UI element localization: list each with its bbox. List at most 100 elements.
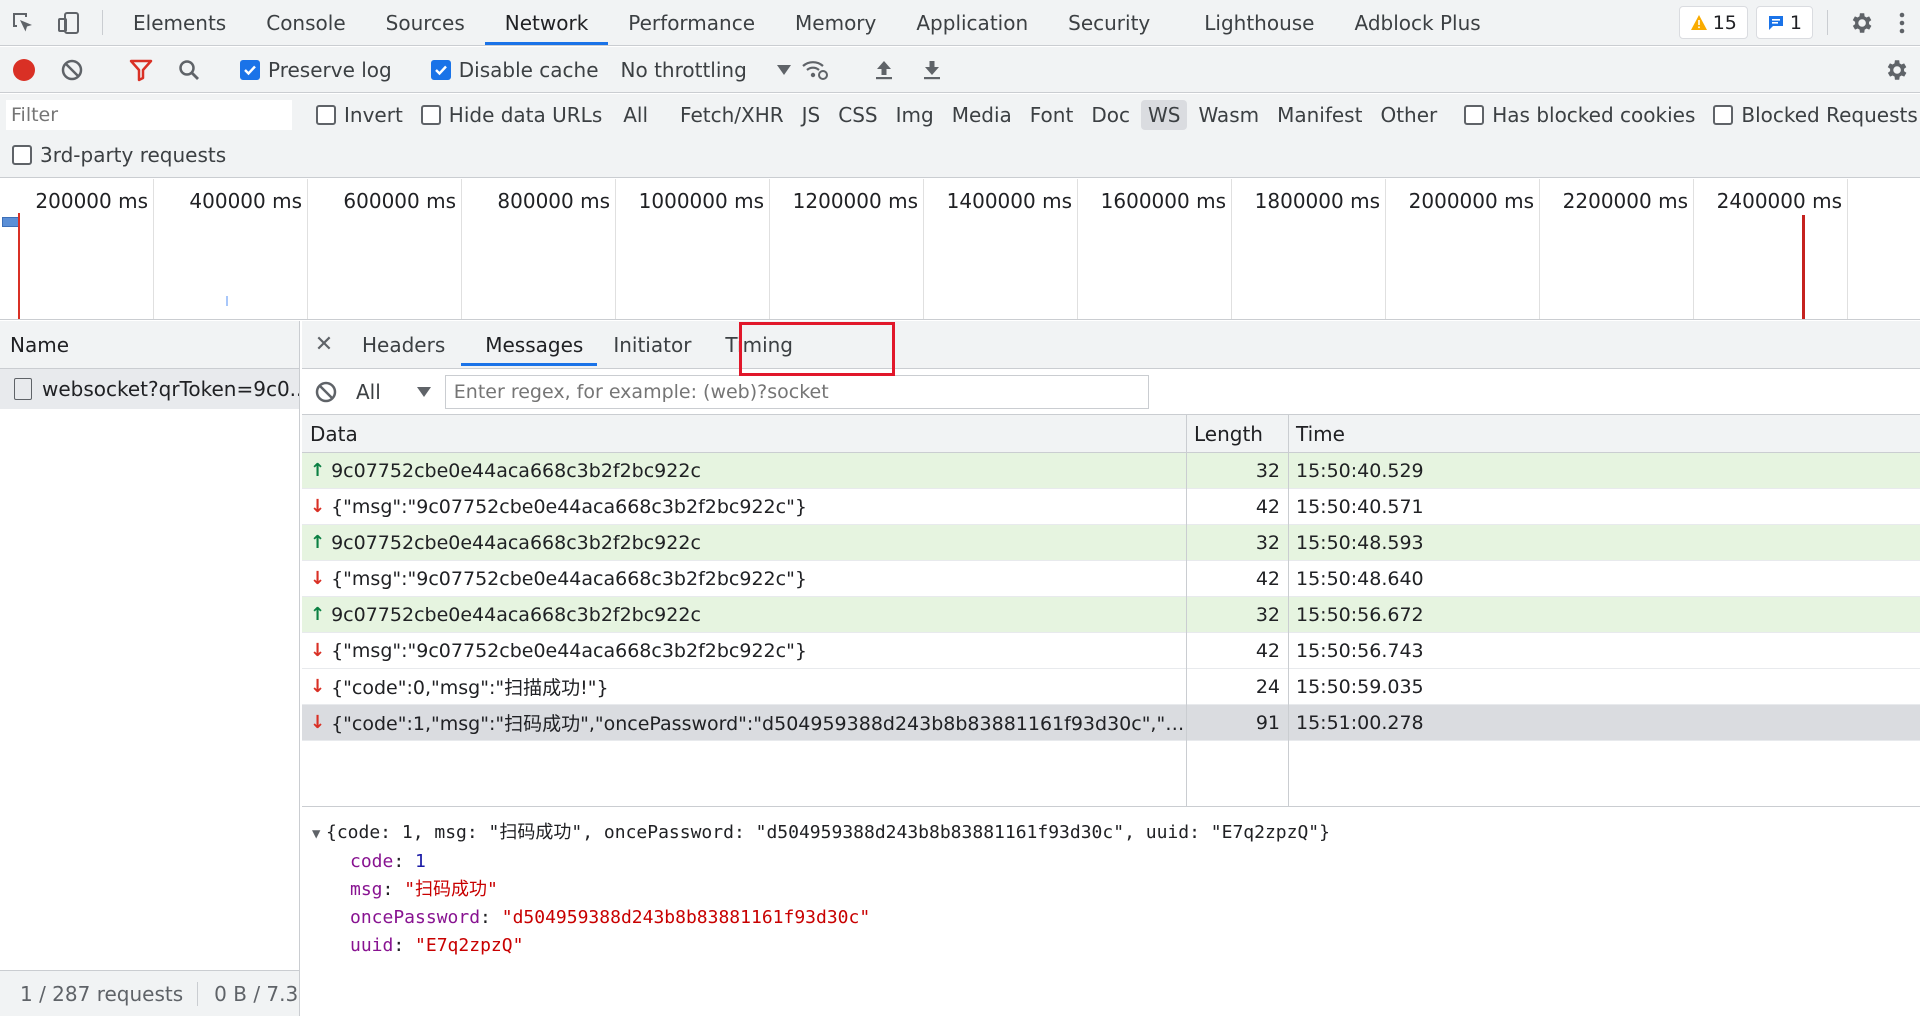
hide-data-urls-checkbox[interactable]: Hide data URLs	[420, 103, 602, 127]
blocked-requests-checkbox[interactable]: Blocked Requests	[1713, 103, 1918, 127]
inspect-element-icon[interactable]	[0, 0, 46, 45]
expand-triangle-icon[interactable]: ▼	[312, 820, 326, 848]
tab-performance[interactable]: Performance	[608, 0, 775, 45]
invert-checkbox[interactable]: Invert	[316, 103, 403, 127]
filter-type-font[interactable]: Font	[1023, 100, 1081, 130]
message-time: 15:50:48.593	[1296, 531, 1424, 554]
messages-count: 1	[1789, 11, 1802, 34]
clear-icon	[61, 59, 83, 80]
detail-tab-timing[interactable]: Timing	[709, 321, 809, 368]
data-column-header[interactable]: Data	[302, 422, 1186, 446]
filter-type-fetch-xhr[interactable]: Fetch/XHR	[673, 100, 791, 130]
length-column-header[interactable]: Length	[1186, 422, 1288, 446]
checkbox-box	[316, 105, 336, 125]
filter-type-css[interactable]: CSS	[831, 100, 884, 130]
message-row[interactable]: ↑ 9c07752cbe0e44aca668c3b2f2bc922c 32 15:50…	[302, 525, 1920, 561]
filter-type-js[interactable]: JS	[795, 100, 828, 130]
tab-network[interactable]: Network	[484, 0, 609, 45]
has-blocked-cookies-checkbox[interactable]: Has blocked cookies	[1464, 103, 1695, 127]
detail-tab-messages[interactable]: Messages	[445, 321, 613, 368]
message-row[interactable]: ↓ {"msg":"9c07752cbe0e44aca668c3b2f2bc922…	[302, 489, 1920, 525]
message-data: {"msg":"9c07752cbe0e44aca668c3b2f2bc922c…	[331, 567, 807, 590]
received-arrow-icon: ↓	[310, 676, 326, 697]
device-toolbar-icon[interactable]	[46, 0, 92, 45]
settings-gear-icon[interactable]	[1838, 0, 1884, 45]
request-name: websocket?qrToken=9c0...	[42, 377, 299, 401]
message-data: {"msg":"9c07752cbe0e44aca668c3b2f2bc922c…	[331, 639, 807, 662]
network-overview-timeline[interactable]: 200000 ms 400000 ms 600000 ms 800000 ms 1000…	[0, 179, 1920, 320]
filter-type-media[interactable]: Media	[945, 100, 1019, 130]
message-row[interactable]: ↓ {"msg":"9c07752cbe0e44aca668c3b2f2bc922…	[302, 633, 1920, 669]
tab-lighthouse[interactable]: Lighthouse	[1184, 0, 1334, 45]
search-icon	[179, 59, 199, 80]
network-settings-gear-icon[interactable]	[1872, 47, 1920, 93]
search-button[interactable]	[165, 47, 213, 93]
close-icon[interactable]: ✕	[302, 321, 346, 368]
checkbox-box	[1464, 105, 1485, 125]
time-column-header[interactable]: Time	[1288, 422, 1920, 446]
clear-icon	[315, 381, 337, 402]
filter-type-img[interactable]: Img	[889, 100, 941, 130]
filter-type-other[interactable]: Other	[1373, 100, 1444, 130]
json-field-code: code: 1	[350, 851, 426, 872]
tab-console[interactable]: Console	[246, 0, 365, 45]
clear-button[interactable]	[48, 47, 96, 93]
network-conditions-button[interactable]	[791, 47, 839, 93]
warnings-badge[interactable]: 15	[1678, 6, 1748, 39]
disable-cache-checkbox[interactable]: Disable cache	[430, 58, 599, 82]
export-har-button[interactable]	[908, 47, 956, 93]
message-data-cell: ↓ {"code":0,"msg":"扫描成功!"}	[302, 673, 1186, 700]
tab-sources[interactable]: Sources	[366, 0, 485, 45]
dropdown-arrow-icon	[776, 64, 791, 75]
message-row[interactable]: ↓ {"msg":"9c07752cbe0e44aca668c3b2f2bc922…	[302, 561, 1920, 597]
tab-security[interactable]: Security	[1048, 0, 1170, 45]
filter-type-wasm[interactable]: Wasm	[1191, 100, 1266, 130]
request-list-pane: Name websocket?qrToken=9c0... 1 / 287 re…	[0, 321, 300, 1016]
message-row[interactable]: ↓ {"code":0,"msg":"扫描成功!"} 24 15:50:59.035	[302, 669, 1920, 705]
name-column-header[interactable]: Name	[0, 321, 299, 369]
detail-tab-headers[interactable]: Headers	[346, 321, 461, 368]
timeline-load-marker	[1802, 215, 1805, 319]
message-row[interactable]: ↑ 9c07752cbe0e44aca668c3b2f2bc922c 32 15:50…	[302, 597, 1920, 633]
transfer-size: 0 B / 7.3 M	[214, 981, 299, 1006]
tab-memory[interactable]: Memory	[775, 0, 896, 45]
more-options-icon[interactable]	[1884, 0, 1920, 45]
third-party-checkbox[interactable]: 3rd-party requests	[12, 143, 226, 167]
filter-type-doc[interactable]: Doc	[1084, 100, 1137, 130]
filter-input[interactable]	[6, 100, 292, 130]
timeline-tick: 260	[0, 179, 1920, 319]
clear-messages-button[interactable]	[302, 369, 350, 415]
throttling-select[interactable]: No throttling	[621, 58, 791, 82]
detail-tab-initiator[interactable]: Initiator	[613, 321, 709, 368]
filter-toggle-button[interactable]	[117, 47, 165, 93]
filter-type-all[interactable]: All	[616, 100, 655, 130]
filter-type-manifest[interactable]: Manifest	[1270, 100, 1369, 130]
message-time: 15:50:59.035	[1296, 675, 1424, 698]
message-length: 32	[1255, 603, 1280, 626]
json-key: code	[350, 851, 394, 872]
message-row[interactable]: ↓ {"code":1,"msg":"扫码成功","oncePassword":"…	[302, 705, 1920, 741]
message-type-select[interactable]: All	[350, 380, 431, 404]
message-row[interactable]: ↑ 9c07752cbe0e44aca668c3b2f2bc922c 32 15:50…	[302, 453, 1920, 489]
record-button[interactable]	[0, 47, 48, 93]
json-value: 1	[415, 851, 426, 872]
preserve-log-checkbox[interactable]: Preserve log	[240, 58, 392, 82]
tab-adblock-plus[interactable]: Adblock Plus	[1335, 0, 1501, 45]
tab-elements[interactable]: Elements	[113, 0, 246, 45]
name-header-label: Name	[10, 332, 70, 357]
message-time: 15:50:40.571	[1296, 495, 1424, 518]
checkbox-box	[420, 105, 441, 125]
json-key: msg	[350, 879, 383, 900]
received-arrow-icon: ↓	[310, 568, 326, 589]
download-icon	[923, 60, 940, 79]
json-summary-line[interactable]: ▼ {code: 1, msg: "扫码成功", oncePassword: "d…	[312, 819, 1910, 848]
messages-badge[interactable]: 1	[1755, 6, 1813, 39]
request-row-websocket[interactable]: websocket?qrToken=9c0...	[0, 369, 299, 409]
checkbox-box	[12, 145, 32, 165]
message-regex-input[interactable]	[444, 374, 1149, 409]
network-status-bar: 1 / 287 requests 0 B / 7.3 M	[0, 970, 299, 1016]
import-har-button[interactable]	[860, 47, 908, 93]
preserve-log-label: Preserve log	[268, 57, 392, 82]
filter-type-ws[interactable]: WS	[1140, 100, 1188, 130]
tab-application[interactable]: Application	[896, 0, 1048, 45]
